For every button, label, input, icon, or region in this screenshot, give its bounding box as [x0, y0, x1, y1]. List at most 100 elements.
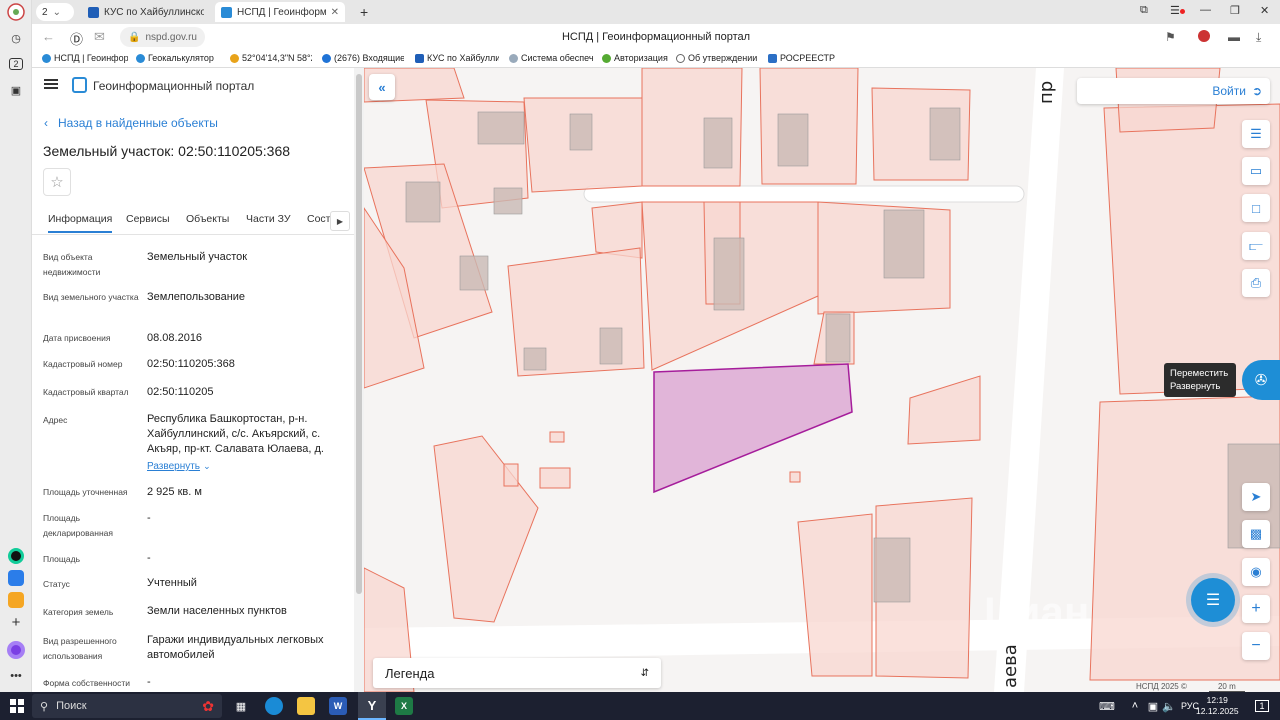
bookmark-item[interactable]: 52°04'14,3"N 58°2: [230, 53, 312, 63]
street-label-bottom: аева: [1000, 644, 1021, 688]
minimize-icon[interactable]: —: [1200, 4, 1211, 16]
new-tab-button[interactable]: +: [354, 2, 374, 22]
add-app-icon[interactable]: +: [6, 612, 26, 632]
app-mail-icon[interactable]: [6, 590, 26, 610]
windows-start-icon[interactable]: [8, 697, 26, 715]
task-view-icon[interactable]: ▦: [232, 697, 250, 715]
excel-icon[interactable]: X: [394, 697, 414, 715]
select-area-button[interactable]: □: [1242, 194, 1270, 222]
yandex-icon[interactable]: Ⓓ: [70, 29, 83, 48]
chevron-updown-icon: ⇵: [640, 667, 649, 679]
volume-icon[interactable]: 🔈: [1162, 697, 1176, 715]
tab-objects[interactable]: Объекты: [186, 213, 229, 225]
geolocate-button[interactable]: ➤: [1242, 483, 1270, 511]
tab-counter-icon[interactable]: 2: [6, 54, 26, 74]
word-icon[interactable]: W: [328, 697, 348, 715]
measure-button[interactable]: ▭: [1242, 157, 1270, 185]
portal-title[interactable]: Геоинформационный портал: [93, 79, 254, 93]
prop-label: Дата присвоения: [43, 333, 111, 343]
building: [523, 347, 547, 371]
zoom-out-button[interactable]: −: [1242, 632, 1270, 660]
scale-bar: 20 m: [1208, 682, 1245, 692]
watermark: Циан: [984, 588, 1090, 635]
taskbar-search[interactable]: ⚲ Поиск ✿: [32, 694, 222, 718]
back-arrow-icon[interactable]: ←: [42, 29, 55, 44]
close-window-icon[interactable]: ✕: [1260, 4, 1269, 17]
yandex-browser-icon[interactable]: Y: [358, 692, 386, 720]
collections-icon[interactable]: ⧉: [1140, 4, 1148, 17]
address-expand[interactable]: Развернуть ⌄: [147, 459, 347, 474]
panel-scrollbar[interactable]: [354, 68, 364, 692]
notifications-icon[interactable]: ☰: [1170, 4, 1185, 17]
bookmark-icon[interactable]: ⚑: [1165, 30, 1176, 44]
print-button[interactable]: ⎙: [1242, 269, 1270, 297]
screenshot-icon[interactable]: ▣: [6, 80, 26, 100]
app-blue-icon[interactable]: [6, 568, 26, 588]
search-placeholder: Поиск: [56, 700, 87, 712]
minimap-button[interactable]: ▩: [1242, 520, 1270, 548]
bookmark-item[interactable]: Система обеспеч: [509, 53, 593, 63]
tray-chevron-icon[interactable]: ˄: [1128, 697, 1142, 715]
legend-dropdown[interactable]: Легенда ⇵: [373, 658, 661, 688]
hamburger-menu-icon[interactable]: [44, 79, 58, 89]
prop-value: Землепользование: [147, 291, 246, 303]
share-button[interactable]: ⫍: [1242, 232, 1270, 260]
layers-icon: ☰: [1250, 126, 1262, 141]
restore-icon[interactable]: ❐: [1230, 4, 1240, 17]
collapse-panel-button[interactable]: «: [369, 74, 395, 100]
tab-services[interactable]: Сервисы: [126, 213, 170, 225]
tab-kus[interactable]: КУС по Хайбуллинскому р: [82, 2, 210, 22]
bookmark-item[interactable]: РОСРЕЕСТР: [768, 53, 838, 63]
url-field[interactable]: 🔒 nspd.gov.ru: [120, 27, 205, 47]
downloads-arrow-icon[interactable]: ⤓: [1256, 30, 1261, 45]
support-chat-button[interactable]: ☰: [1191, 578, 1235, 622]
scrollbar-thumb[interactable]: [356, 74, 362, 594]
tab-information[interactable]: Информация: [48, 213, 113, 233]
downloads-icon[interactable]: ▬: [1228, 30, 1240, 44]
layers-button[interactable]: ☰: [1242, 120, 1270, 148]
bookmark-item[interactable]: Авторизация: [602, 53, 670, 63]
bookmark-item[interactable]: НСПД | Геоинфор: [42, 53, 128, 63]
site-protect-icon[interactable]: ✉: [94, 29, 105, 45]
alice-assistant-icon[interactable]: [6, 640, 26, 660]
selected-parcel-368[interactable]: [653, 363, 853, 494]
tabs-scroll-right-icon[interactable]: ▶: [330, 211, 350, 231]
keyboard-icon[interactable]: ⌨: [1098, 697, 1116, 715]
map-pin-icon: ◉: [1250, 564, 1262, 579]
printer-icon: ⎙: [1250, 275, 1262, 290]
browser-logo-icon[interactable]: [6, 2, 26, 22]
star-icon: ☆: [50, 174, 64, 191]
bookmark-item[interactable]: Об утверждении: [676, 53, 760, 63]
tab-parts[interactable]: Части ЗУ: [246, 213, 291, 225]
chat-bubble-icon: ✇: [1254, 372, 1268, 389]
edge-icon[interactable]: [264, 697, 284, 715]
tab-nspd[interactable]: НСПД | Геоинформацио ✕: [215, 2, 345, 22]
notification-center-icon[interactable]: 1: [1252, 697, 1272, 715]
prop-label: Кадастровый квартал: [43, 387, 129, 397]
tab-group-count: 2: [42, 6, 48, 18]
move-expand-button[interactable]: ✇: [1242, 360, 1280, 400]
clock-date: 12.12.2025: [1196, 706, 1239, 716]
more-icon[interactable]: •••: [6, 666, 26, 686]
back-to-results-link[interactable]: ‹ Назад в найденные объекты: [44, 116, 218, 130]
history-icon[interactable]: ◷: [6, 28, 26, 48]
close-tab-icon[interactable]: ✕: [331, 7, 339, 18]
small-parcel: [549, 431, 565, 443]
small-parcel: [539, 467, 571, 489]
bookmark-item[interactable]: (2676) Входящие: [322, 53, 404, 63]
cadastral-map[interactable]: пр аева Циан « Войти ➲ ☰ ▭ □ ⫍ ⎙ Перемес…: [364, 68, 1280, 692]
clock[interactable]: 12:19 12.12.2025: [1196, 695, 1239, 717]
tab-group-button[interactable]: 2 ⌄: [36, 3, 74, 21]
expand-link[interactable]: Развернуть: [147, 461, 200, 472]
login-button[interactable]: Войти ➲: [1077, 78, 1270, 104]
file-explorer-icon[interactable]: [296, 697, 316, 715]
favorite-star-button[interactable]: ☆: [43, 168, 71, 196]
extension-icon[interactable]: [1198, 30, 1210, 45]
bookmark-item[interactable]: Геокалькулятор: [136, 53, 220, 63]
app-green-icon[interactable]: [6, 546, 26, 566]
map-canvas[interactable]: [364, 68, 1280, 692]
zoom-in-button[interactable]: +: [1242, 595, 1270, 623]
location-search-button[interactable]: ◉: [1242, 558, 1270, 586]
bookmark-item[interactable]: КУС по Хайбуллин: [415, 53, 499, 63]
network-icon[interactable]: ▣: [1146, 697, 1160, 715]
